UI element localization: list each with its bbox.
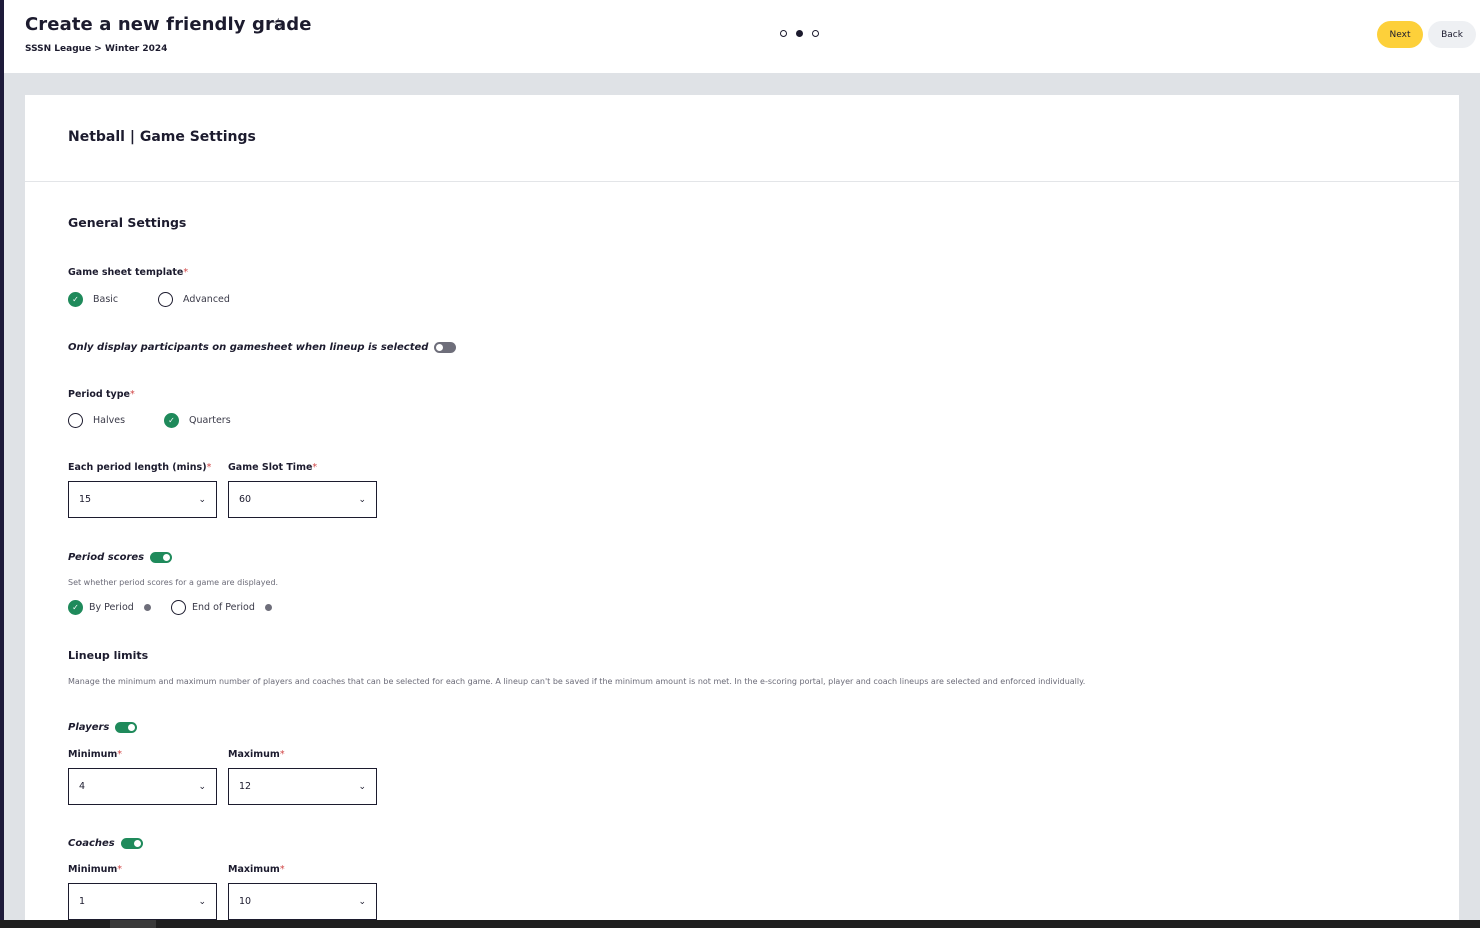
info-icon[interactable] bbox=[143, 604, 151, 611]
step-dot-2 bbox=[796, 30, 803, 37]
radio-unchecked-icon[interactable] bbox=[68, 413, 83, 428]
select-value: 10 bbox=[239, 896, 252, 907]
chevron-down-icon: ⌄ bbox=[358, 781, 366, 792]
toggle-knob bbox=[436, 344, 444, 351]
template-label: Game sheet template* bbox=[68, 267, 189, 278]
toggle-knob bbox=[163, 554, 171, 561]
chevron-down-icon: ⌄ bbox=[198, 494, 206, 505]
players-maximum-select[interactable]: 12 ⌄ bbox=[228, 768, 377, 805]
players-maximum-label: Maximum* bbox=[228, 749, 285, 760]
radio-label: Advanced bbox=[183, 294, 230, 305]
coaches-label: Coaches bbox=[68, 838, 115, 849]
coaches-minimum-select[interactable]: 1 ⌄ bbox=[68, 883, 217, 920]
step-dot-3 bbox=[812, 30, 819, 37]
radio-label: End of Period bbox=[192, 602, 255, 613]
slot-time-select[interactable]: 60 ⌄ bbox=[228, 481, 377, 518]
coaches-row: Coaches bbox=[68, 838, 143, 849]
display-participants-label: Only display participants on gamesheet w… bbox=[68, 342, 429, 353]
select-value: 60 bbox=[239, 494, 252, 505]
info-icon[interactable] bbox=[264, 604, 272, 611]
period-scores-option-by-period[interactable]: ✓ By Period bbox=[68, 600, 151, 615]
chevron-down-icon: ⌄ bbox=[198, 896, 206, 907]
period-type-label: Period type* bbox=[68, 389, 135, 400]
period-scores-toggle[interactable] bbox=[150, 552, 173, 563]
radio-label: Quarters bbox=[189, 415, 231, 426]
coaches-maximum-label: Maximum* bbox=[228, 864, 285, 875]
general-settings-heading: General Settings bbox=[68, 215, 187, 230]
players-minimum-label: Minimum* bbox=[68, 749, 123, 760]
settings-card: Netball | Game Settings General Settings… bbox=[25, 95, 1459, 928]
display-participants-toggle[interactable] bbox=[434, 342, 457, 353]
players-label: Players bbox=[68, 722, 110, 733]
select-value: 15 bbox=[79, 494, 92, 505]
toggle-knob bbox=[128, 724, 136, 731]
period-length-select[interactable]: 15 ⌄ bbox=[68, 481, 217, 518]
lineup-limits-description: Manage the minimum and maximum number of… bbox=[68, 677, 1086, 686]
period-type-option-quarters[interactable]: ✓ Quarters bbox=[164, 413, 231, 428]
radio-label: By Period bbox=[89, 602, 134, 613]
radio-checked-icon[interactable]: ✓ bbox=[68, 292, 83, 307]
step-dot-1 bbox=[780, 30, 787, 37]
players-toggle[interactable] bbox=[115, 722, 138, 733]
page-title: Create a new friendly grade bbox=[25, 14, 312, 35]
radio-label: Basic bbox=[93, 294, 119, 305]
page-header: Create a new friendly grade ☆ SSSN Leagu… bbox=[4, 0, 1480, 73]
card-title: Netball | Game Settings bbox=[68, 129, 256, 145]
template-option-advanced[interactable]: Advanced bbox=[158, 292, 230, 307]
template-option-basic[interactable]: ✓ Basic bbox=[68, 292, 118, 307]
card-divider bbox=[25, 181, 1459, 182]
slot-time-label: Game Slot Time* bbox=[228, 462, 318, 473]
coaches-maximum-select[interactable]: 10 ⌄ bbox=[228, 883, 377, 920]
radio-unchecked-icon[interactable] bbox=[158, 292, 173, 307]
players-minimum-select[interactable]: 4 ⌄ bbox=[68, 768, 217, 805]
select-value: 12 bbox=[239, 781, 252, 792]
chevron-down-icon: ⌄ bbox=[358, 494, 366, 505]
period-scores-label: Period scores bbox=[68, 552, 145, 563]
coaches-minimum-label: Minimum* bbox=[68, 864, 123, 875]
taskbar-app-button[interactable] bbox=[110, 920, 156, 928]
step-indicator bbox=[780, 30, 819, 37]
favorite-star-icon[interactable]: ☆ bbox=[272, 16, 285, 32]
period-scores-description: Set whether period scores for a game are… bbox=[68, 578, 279, 587]
lineup-limits-heading: Lineup limits bbox=[68, 649, 149, 662]
breadcrumb[interactable]: SSSN League > Winter 2024 bbox=[25, 44, 167, 54]
period-scores-option-end-of-period[interactable]: End of Period bbox=[171, 600, 272, 615]
radio-unchecked-icon[interactable] bbox=[171, 600, 186, 615]
period-scores-row: Period scores bbox=[68, 552, 173, 563]
radio-checked-icon[interactable]: ✓ bbox=[164, 413, 179, 428]
radio-label: Halves bbox=[93, 415, 126, 426]
select-value: 4 bbox=[79, 781, 86, 792]
coaches-toggle[interactable] bbox=[120, 838, 143, 849]
players-row: Players bbox=[68, 722, 138, 733]
window-edge bbox=[0, 0, 4, 920]
period-length-label: Each period length (mins)* bbox=[68, 462, 212, 473]
toggle-knob bbox=[133, 840, 141, 847]
select-value: 1 bbox=[79, 896, 86, 907]
radio-checked-icon[interactable]: ✓ bbox=[68, 600, 83, 615]
next-button[interactable]: Next bbox=[1377, 21, 1423, 48]
display-participants-row: Only display participants on gamesheet w… bbox=[68, 342, 457, 353]
os-taskbar bbox=[0, 920, 1480, 928]
period-type-option-halves[interactable]: Halves bbox=[68, 413, 125, 428]
chevron-down-icon: ⌄ bbox=[358, 896, 366, 907]
chevron-down-icon: ⌄ bbox=[198, 781, 206, 792]
back-button[interactable]: Back bbox=[1428, 21, 1476, 48]
